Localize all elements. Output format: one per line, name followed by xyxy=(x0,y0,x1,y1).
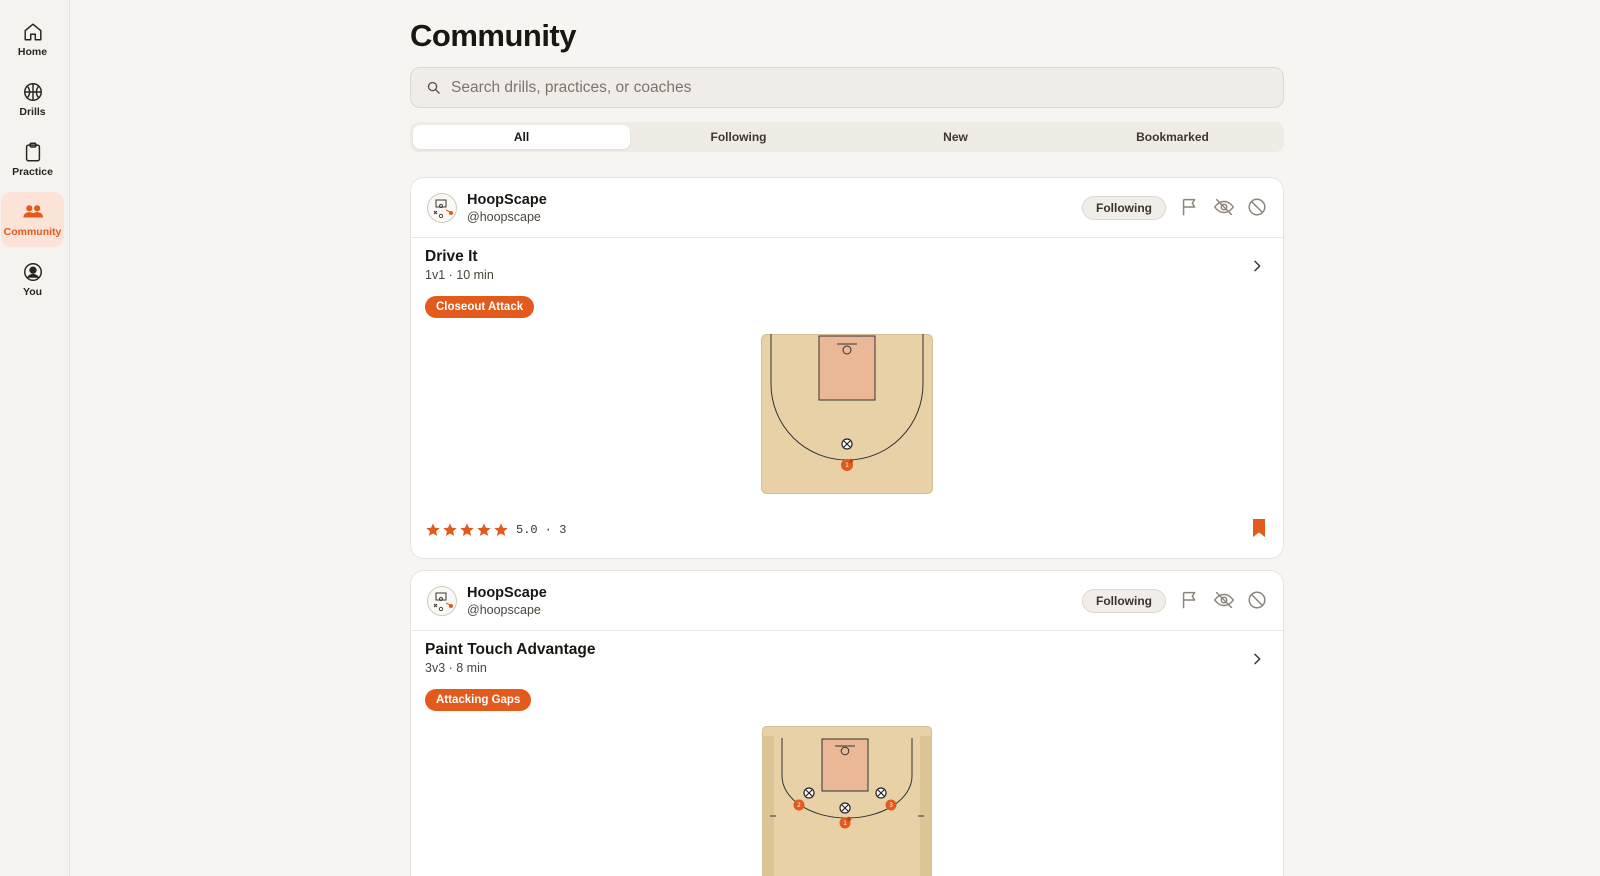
nav-you-label: You xyxy=(22,286,43,298)
nav-drills[interactable]: Drills xyxy=(1,72,64,127)
hoopscape-logo-icon xyxy=(433,199,453,219)
defender-marker xyxy=(875,787,887,799)
avatar[interactable] xyxy=(427,193,457,223)
court-diagram[interactable]: 1 xyxy=(761,334,933,494)
nav-practice-label: Practice xyxy=(12,166,53,178)
tab-all[interactable]: All xyxy=(413,125,630,149)
sidebar-nav: Home Drills Practice Community You xyxy=(0,0,70,876)
rating-text: 5.0 · 3 xyxy=(516,523,567,537)
page-title: Community xyxy=(410,18,577,53)
chevron-right-icon[interactable] xyxy=(1249,258,1265,274)
home-icon xyxy=(23,23,42,41)
user-circle-icon xyxy=(23,263,42,281)
post-card: HoopScape @hoopscape Following Paint Tou… xyxy=(410,570,1284,876)
defender-marker xyxy=(803,787,815,799)
court-diagram[interactable]: 2 3 1 xyxy=(762,726,932,876)
search-bar xyxy=(410,67,1284,108)
tab-bookmarked[interactable]: Bookmarked xyxy=(1064,125,1281,149)
search-input[interactable] xyxy=(451,78,1231,97)
flag-icon xyxy=(1182,198,1196,216)
block-button[interactable] xyxy=(1246,196,1268,218)
svg-text:3: 3 xyxy=(889,802,893,809)
nav-practice[interactable]: Practice xyxy=(1,132,64,187)
tab-following[interactable]: Following xyxy=(630,125,847,149)
nav-drills-label: Drills xyxy=(19,106,46,118)
post-header: HoopScape @hoopscape Following xyxy=(411,571,1283,631)
basketball-icon xyxy=(23,83,42,101)
nav-community[interactable]: Community xyxy=(1,192,64,247)
author-handle: @hoopscape xyxy=(467,210,541,224)
drill-meta: 3v3 · 8 min xyxy=(425,661,487,675)
avatar[interactable] xyxy=(427,586,457,616)
users-icon xyxy=(22,205,43,218)
drill-tag[interactable]: Closeout Attack xyxy=(425,296,535,318)
feed-tabs: All Following New Bookmarked xyxy=(410,122,1284,152)
hoopscape-logo-icon xyxy=(433,592,453,612)
defender-marker xyxy=(841,438,853,450)
drill-meta: 1v1 · 10 min xyxy=(425,268,494,282)
search-icon xyxy=(427,81,440,94)
nav-home[interactable]: Home xyxy=(1,12,64,67)
hide-button[interactable] xyxy=(1213,196,1235,218)
block-icon xyxy=(1248,198,1266,216)
star-icon xyxy=(494,523,508,536)
following-button[interactable]: Following xyxy=(1082,196,1166,220)
nav-you[interactable]: You xyxy=(1,252,64,307)
report-button[interactable] xyxy=(1179,196,1201,218)
author-name[interactable]: HoopScape xyxy=(467,585,547,601)
defender-marker xyxy=(839,802,851,814)
drill-title[interactable]: Drive It xyxy=(425,248,478,266)
star-icon xyxy=(426,523,440,536)
offense-player-marker: 2 xyxy=(793,799,805,811)
rating: 5.0 · 3 xyxy=(425,522,566,538)
following-button[interactable]: Following xyxy=(1082,589,1166,613)
svg-text:1: 1 xyxy=(843,820,847,827)
eye-off-icon xyxy=(1213,591,1235,609)
bookmark-filled-icon[interactable] xyxy=(1251,518,1267,538)
star-icon xyxy=(460,523,474,536)
clipboard-icon xyxy=(25,142,40,162)
post-card: HoopScape @hoopscape Following Drive It … xyxy=(410,177,1284,559)
chevron-right-icon[interactable] xyxy=(1249,651,1265,667)
drill-title[interactable]: Paint Touch Advantage xyxy=(425,641,596,659)
flag-icon xyxy=(1182,591,1196,609)
svg-text:2: 2 xyxy=(797,802,801,809)
hide-button[interactable] xyxy=(1213,589,1235,611)
report-button[interactable] xyxy=(1179,589,1201,611)
eye-off-icon xyxy=(1213,198,1235,216)
author-name[interactable]: HoopScape xyxy=(467,192,547,208)
star-icon xyxy=(443,523,457,536)
post-header: HoopScape @hoopscape Following xyxy=(411,178,1283,238)
offense-player-marker: 3 xyxy=(885,799,897,811)
nav-home-label: Home xyxy=(17,46,48,58)
drill-tag[interactable]: Attacking Gaps xyxy=(425,689,532,711)
tab-new[interactable]: New xyxy=(847,125,1064,149)
svg-text:1: 1 xyxy=(845,462,849,469)
star-icon xyxy=(477,523,491,536)
block-icon xyxy=(1248,591,1266,609)
author-handle: @hoopscape xyxy=(467,603,541,617)
nav-community-label: Community xyxy=(3,226,62,238)
block-button[interactable] xyxy=(1246,589,1268,611)
